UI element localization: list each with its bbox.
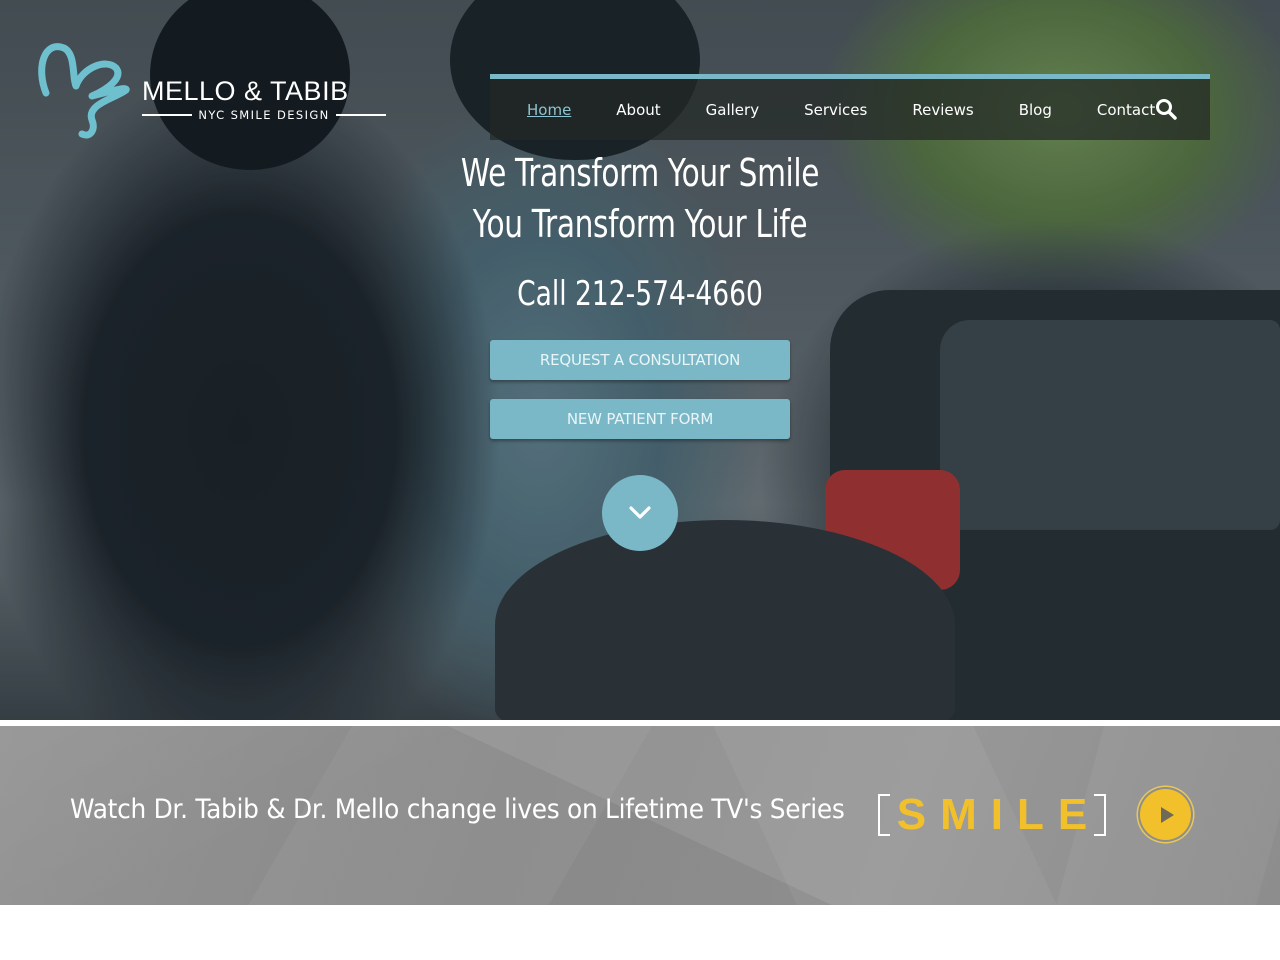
site-logo[interactable]: MELLO & TABIB NYC SMILE DESIGN — [36, 38, 396, 148]
hero-headline-line2: You Transform Your Life — [472, 202, 808, 246]
new-patient-form-button[interactable]: NEW PATIENT FORM — [490, 399, 790, 439]
nav-item-home[interactable]: Home — [527, 101, 571, 119]
phone-link[interactable]: Call 212-574-4660 — [406, 274, 874, 314]
smile-series-text: Watch Dr. Tabib & Dr. Mello change lives… — [70, 794, 845, 825]
play-video-button[interactable] — [1140, 789, 1191, 840]
nav-item-services[interactable]: Services — [804, 101, 867, 119]
hero-headline-line1: We Transform Your Smile — [460, 151, 820, 195]
scroll-down-button[interactable] — [602, 475, 678, 551]
hero-headline: We Transform Your Smile You Transform Yo… — [406, 148, 874, 250]
nav-item-reviews[interactable]: Reviews — [912, 101, 973, 119]
chevron-down-icon — [629, 506, 651, 519]
nav-item-blog[interactable]: Blog — [1019, 101, 1052, 119]
nav-item-gallery[interactable]: Gallery — [706, 101, 759, 119]
play-icon — [1160, 806, 1174, 823]
main-nav: Home About Gallery Services Reviews Blog… — [490, 74, 1210, 140]
logo-mark-icon — [38, 43, 130, 139]
nav-item-contact[interactable]: Contact — [1097, 101, 1155, 119]
request-consultation-button[interactable]: REQUEST A CONSULTATION — [490, 340, 790, 380]
hero-section: MELLO & TABIB NYC SMILE DESIGN Home Abou… — [0, 0, 1280, 720]
logo-rule-left — [142, 114, 193, 116]
smile-series-banner: Watch Dr. Tabib & Dr. Mello change lives… — [0, 726, 1280, 905]
logo-tagline: NYC SMILE DESIGN — [142, 108, 387, 122]
logo-rule-right — [335, 114, 387, 116]
bracket-left — [878, 794, 890, 836]
smile-logo-text: SMILE — [896, 790, 1102, 839]
logo-title: MELLO & TABIB — [142, 76, 349, 106]
bracket-right — [1094, 794, 1106, 836]
logo-tagline-text: NYC SMILE DESIGN — [198, 108, 330, 122]
smile-series-logo[interactable]: SMILE — [878, 790, 1106, 839]
search-icon[interactable] — [1154, 97, 1178, 121]
nav-item-about[interactable]: About — [616, 101, 660, 119]
